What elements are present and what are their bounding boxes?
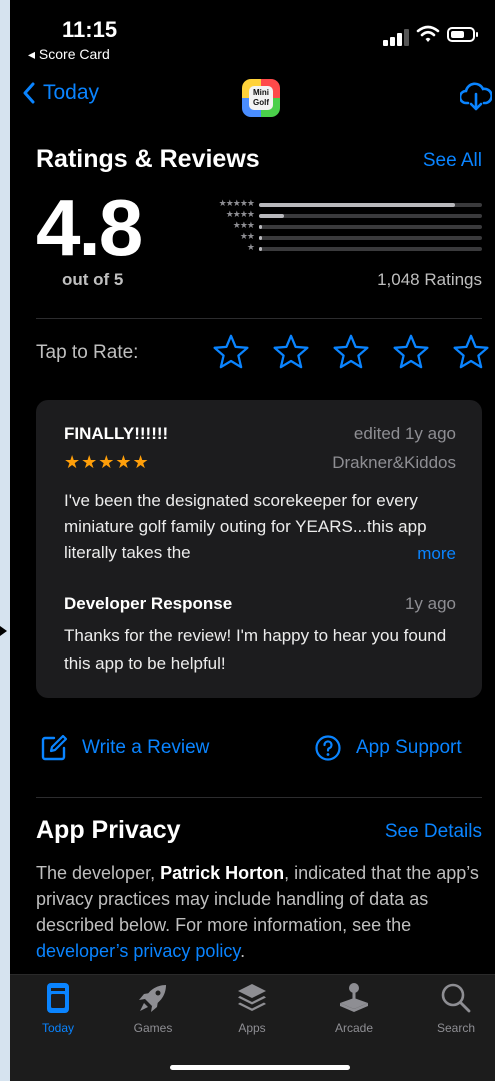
distribution-stars: ★★★★ — [225, 209, 255, 219]
privacy-description: The developer, Patrick Horton, indicated… — [36, 860, 484, 964]
tab-apps-label: Apps — [238, 1021, 266, 1035]
tab-search-label: Search — [436, 1021, 476, 1035]
ratings-count: 1,048 Ratings — [377, 270, 482, 289]
distribution-row: ★ — [192, 242, 482, 254]
rate-star-2-icon[interactable] — [272, 333, 310, 371]
distribution-bar-fill — [259, 203, 456, 207]
rate-star-4-icon[interactable] — [392, 333, 430, 371]
back-to-app-link[interactable]: ◂ Score Card — [28, 46, 110, 63]
review-more-link[interactable]: more — [409, 544, 456, 564]
distribution-stars: ★ — [246, 242, 255, 252]
distribution-bar-fill — [259, 247, 262, 251]
ratings-title: Ratings & Reviews — [36, 145, 260, 173]
see-all-link[interactable]: See All — [423, 150, 482, 172]
home-indicator[interactable] — [170, 1065, 350, 1070]
status-time: 11:15 — [62, 17, 118, 42]
nav-bar: Today Mini Golf — [10, 75, 495, 121]
rate-star-5-icon[interactable] — [452, 333, 490, 371]
question-circle-icon — [315, 735, 341, 761]
developer-response-label: Developer Response — [64, 594, 233, 613]
out-of-label: out of 5 — [62, 270, 124, 289]
app-support-label: App Support — [356, 737, 462, 758]
distribution-bar-fill — [259, 225, 262, 229]
cloud-download-icon[interactable] — [460, 81, 492, 111]
review-title: FINALLY!!!!!! — [64, 424, 169, 443]
distribution-bar-track — [259, 236, 482, 240]
distribution-bar-track — [259, 203, 482, 207]
review-date: edited 1y ago — [353, 424, 456, 443]
app-icon-text: Mini Golf — [249, 86, 273, 110]
chevron-left-icon — [23, 82, 35, 104]
cellular-signal-icon — [383, 28, 415, 46]
distribution-stars: ★★ — [239, 231, 255, 241]
tab-games[interactable]: Games — [113, 981, 193, 1035]
see-details-link[interactable]: See Details — [385, 821, 482, 843]
app-support-button[interactable]: App Support — [314, 734, 462, 762]
privacy-text-1: The developer, — [36, 863, 161, 883]
developer-response-body: Thanks for the review! I'm happy to hear… — [64, 626, 447, 673]
tab-today[interactable]: Today — [18, 981, 98, 1035]
phone-screen: 11:15 ◂ Score Card Today Mini Golf Ratin… — [10, 0, 495, 1081]
average-rating: 4.8 — [36, 183, 143, 272]
developer-name: Patrick Horton — [160, 863, 285, 883]
distribution-bar-fill — [259, 214, 284, 218]
joystick-icon — [340, 983, 368, 1012]
tap-to-rate-label: Tap to Rate: — [36, 342, 139, 363]
rating-distribution: ★★★★★ ★★★★ ★★★ ★★ ★ — [192, 198, 482, 260]
review-stars: ★★★★★ — [64, 452, 150, 472]
tab-search[interactable]: Search — [416, 981, 495, 1035]
tab-games-label: Games — [133, 1021, 173, 1035]
review-author: Drakner&Kiddos — [332, 453, 456, 472]
wifi-icon — [416, 25, 440, 42]
distribution-bar-track — [259, 247, 482, 251]
review-body: I've been the designated scorekeeper for… — [64, 491, 427, 562]
apps-stack-icon — [238, 984, 266, 1011]
divider — [36, 797, 482, 798]
distribution-stars: ★★★ — [232, 220, 255, 230]
review-card[interactable]: FINALLY!!!!!! edited 1y ago ★★★★★ Drakne… — [36, 400, 482, 698]
app-icon: Mini Golf — [242, 79, 280, 117]
pointer-arrow — [0, 626, 7, 636]
distribution-stars: ★★★★★ — [218, 198, 255, 208]
privacy-text-3: . — [240, 941, 246, 961]
developer-response-date: 1y ago — [404, 594, 456, 613]
back-button[interactable]: Today — [22, 81, 99, 105]
tab-arcade[interactable]: Arcade — [314, 981, 394, 1035]
back-label: Today — [43, 81, 100, 104]
tab-today-label: Today — [41, 1021, 75, 1035]
rocket-icon — [139, 985, 166, 1012]
today-icon — [47, 983, 69, 1013]
tab-arcade-label: Arcade — [334, 1021, 374, 1035]
compose-icon — [41, 734, 68, 761]
distribution-bar-fill — [259, 236, 262, 240]
battery-icon — [447, 27, 478, 42]
privacy-policy-link[interactable]: developer’s privacy policy — [36, 941, 240, 961]
status-bar: 11:15 ◂ Score Card — [10, 0, 495, 70]
rate-star-1-icon[interactable] — [212, 333, 250, 371]
write-review-button[interactable]: Write a Review — [40, 734, 209, 762]
distribution-bar-track — [259, 214, 482, 218]
rate-star-3-icon[interactable] — [332, 333, 370, 371]
divider — [36, 318, 482, 319]
write-review-label: Write a Review — [82, 737, 210, 758]
tap-to-rate-stars — [212, 333, 492, 373]
app-privacy-title: App Privacy — [36, 816, 181, 844]
search-icon — [441, 983, 471, 1013]
distribution-bar-track — [259, 225, 482, 229]
tab-apps[interactable]: Apps — [212, 981, 292, 1035]
